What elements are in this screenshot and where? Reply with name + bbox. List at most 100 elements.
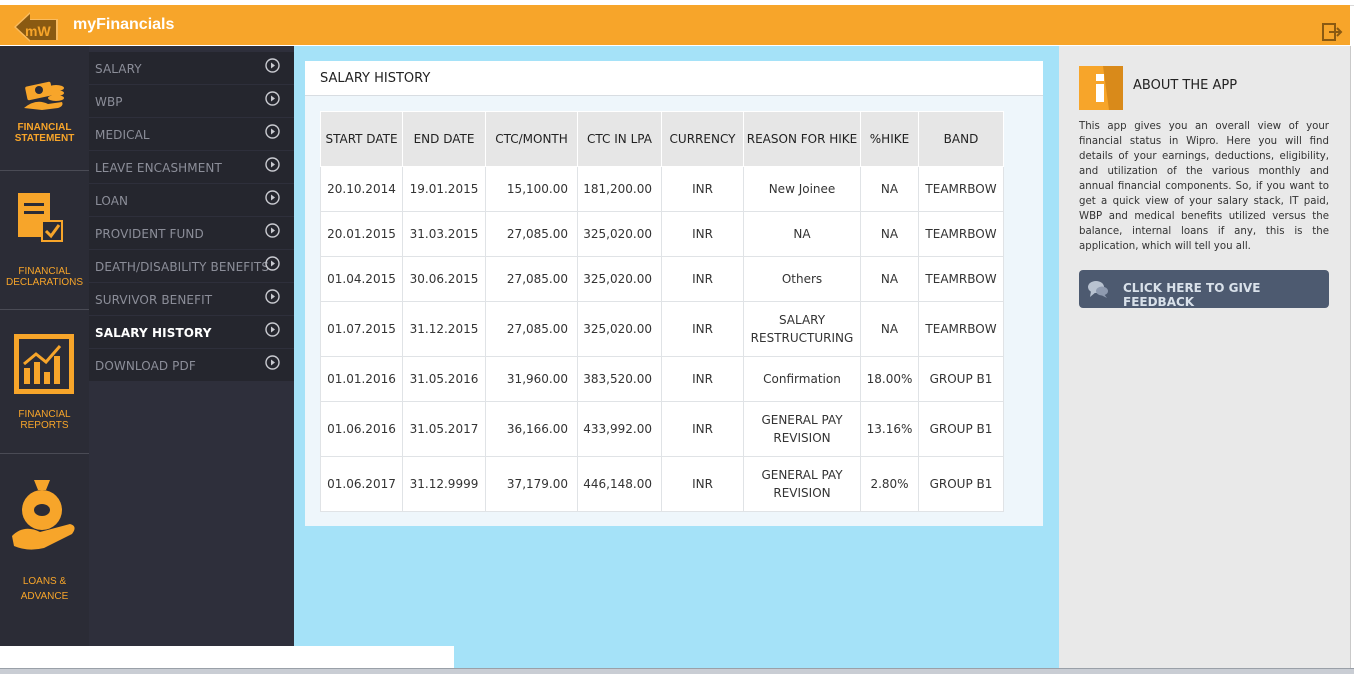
table-header-row: START DATE END DATE CTC/MONTH CTC IN LPA… [320, 111, 1004, 167]
submenu-item-survivor-benefit[interactable]: SURVIVOR BENEFIT [89, 283, 294, 315]
table-cell: INR [661, 211, 744, 257]
table-row: 01.07.2015 31.12.2015 27,085.00 325,020.… [320, 301, 1004, 357]
nav-financial-reports[interactable]: FINANCIAL REPORTS [0, 310, 89, 453]
submenu-label: WBP [95, 95, 123, 109]
nav-label: LOANS & ADVANCE [20, 576, 69, 602]
table-cell: NA [860, 166, 919, 212]
table-cell: 30.06.2015 [402, 256, 486, 302]
table-cell: SALARY RESTRUCTURING [743, 301, 861, 357]
feedback-button[interactable]: CLICK HERE TO GIVE FEEDBACK [1079, 270, 1329, 309]
nav-financial-declarations[interactable]: FINANCIAL DECLARATIONS [0, 171, 89, 309]
submenu-label: SALARY HISTORY [95, 326, 212, 340]
table-cell: 01.04.2015 [320, 256, 403, 302]
table-cell: 01.06.2016 [320, 401, 403, 457]
submenu-item-death-disability-benefits[interactable]: DEATH/DISABILITY BENEFITS [89, 250, 294, 282]
salary-history-table: START DATE END DATE CTC/MONTH CTC IN LPA… [320, 111, 1004, 512]
info-icon [1079, 66, 1123, 110]
submenu-item-medical[interactable]: MEDICAL [89, 118, 294, 150]
table-cell: 383,520.00 [577, 356, 662, 402]
chevron-right-circle-icon [265, 91, 280, 106]
column-header: BAND [918, 111, 1004, 167]
table-cell: 446,148.00 [577, 456, 662, 512]
table-cell: GROUP B1 [918, 356, 1004, 402]
column-header: CTC IN LPA [577, 111, 662, 167]
submenu-item-leave-encashment[interactable]: LEAVE ENCASHMENT [89, 151, 294, 183]
table-cell: Confirmation [743, 356, 861, 402]
table-cell: 19.01.2015 [402, 166, 486, 212]
table-row: 01.06.2016 31.05.2017 36,166.00 433,992.… [320, 401, 1004, 457]
table-row: 20.01.2015 31.03.2015 27,085.00 325,020.… [320, 211, 1004, 257]
table-cell: 37,179.00 [485, 456, 578, 512]
column-header: CTC/MONTH [485, 111, 578, 167]
nav-label: FINANCIAL REPORTS [18, 409, 71, 431]
card-header: SALARY HISTORY [305, 61, 1043, 96]
table-cell: INR [661, 456, 744, 512]
chat-bubbles-icon [1088, 281, 1108, 298]
nav-financial-statement[interactable]: FINANCIAL STATEMENT [0, 46, 89, 170]
money-icon [24, 81, 64, 110]
table-cell: TEAMRBOW [918, 211, 1004, 257]
table-cell: GROUP B1 [918, 456, 1004, 512]
submenu-label: DEATH/DISABILITY BENEFITS [95, 260, 270, 274]
chevron-right-circle-icon [265, 355, 280, 370]
column-header: %HIKE [860, 111, 919, 167]
table-cell: GROUP B1 [918, 401, 1004, 457]
table-cell: GENERAL PAY REVISION [743, 401, 861, 457]
chevron-right-circle-icon [265, 322, 280, 337]
money-bag-hand-icon [12, 480, 75, 550]
bottom-blank-area [0, 646, 454, 668]
submenu-label: DOWNLOAD PDF [95, 359, 196, 373]
table-cell: 325,020.00 [577, 301, 662, 357]
about-description: This app gives you an overall view of yo… [1079, 121, 1329, 252]
nav-loans-advance[interactable]: LOANS & ADVANCE [0, 454, 89, 646]
table-cell: 36,166.00 [485, 401, 578, 457]
chevron-right-circle-icon [265, 157, 280, 172]
table-cell: 31,960.00 [485, 356, 578, 402]
submenu-label: MEDICAL [95, 128, 150, 142]
scrollbar[interactable] [1350, 46, 1354, 673]
submenu-item-salary[interactable]: SALARY [89, 52, 294, 84]
table-cell: GENERAL PAY REVISION [743, 456, 861, 512]
chevron-right-circle-icon [265, 124, 280, 139]
submenu-label: LOAN [95, 194, 129, 208]
logout-icon[interactable] [1321, 21, 1343, 43]
primary-nav: FINANCIAL STATEMENT FINANCIAL DECLARATIO… [0, 46, 89, 646]
submenu-item-loan[interactable]: LOAN [89, 184, 294, 216]
table-cell: 2.80% [860, 456, 919, 512]
table-cell: 15,100.00 [485, 166, 578, 212]
table-cell: 181,200.00 [577, 166, 662, 212]
table-cell: TEAMRBOW [918, 166, 1004, 212]
table-cell: INR [661, 166, 744, 212]
table-cell: 18.00% [860, 356, 919, 402]
table-cell: 13.16% [860, 401, 919, 457]
table-cell: 27,085.00 [485, 301, 578, 357]
chevron-right-circle-icon [265, 256, 280, 271]
chevron-right-circle-icon [265, 289, 280, 304]
table-cell: 20.10.2014 [320, 166, 403, 212]
app-logo[interactable]: mW [14, 10, 58, 44]
nav-label: FINANCIAL DECLARATIONS [5, 266, 84, 288]
submenu-item-provident-fund[interactable]: PROVIDENT FUND [89, 217, 294, 249]
table-cell: Others [743, 256, 861, 302]
table-cell: 31.12.9999 [402, 456, 486, 512]
submenu-label: PROVIDENT FUND [95, 227, 204, 241]
about-panel: ABOUT THE APP This app gives you an over… [1059, 46, 1350, 673]
submenu-item-wbp[interactable]: WBP [89, 85, 294, 117]
table-row: 01.04.2015 30.06.2015 27,085.00 325,020.… [320, 256, 1004, 302]
table-cell: 31.05.2016 [402, 356, 486, 402]
submenu-label: SURVIVOR BENEFIT [95, 293, 213, 307]
table-row: 01.06.2017 31.12.9999 37,179.00 446,148.… [320, 456, 1004, 512]
table-cell: INR [661, 401, 744, 457]
table-cell: NA [743, 211, 861, 257]
nav-label: FINANCIAL STATEMENT [14, 122, 75, 144]
chevron-right-circle-icon [265, 190, 280, 205]
table-cell: NA [860, 301, 919, 357]
submenu-item-download-pdf[interactable]: DOWNLOAD PDF [89, 349, 294, 381]
app-header: mW myFinancials [0, 5, 1350, 45]
table-cell: 01.06.2017 [320, 456, 403, 512]
chevron-right-circle-icon [265, 58, 280, 73]
table-cell: 31.03.2015 [402, 211, 486, 257]
table-cell: 31.12.2015 [402, 301, 486, 357]
column-header: START DATE [320, 111, 403, 167]
submenu-item-salary-history[interactable]: SALARY HISTORY [89, 316, 294, 348]
